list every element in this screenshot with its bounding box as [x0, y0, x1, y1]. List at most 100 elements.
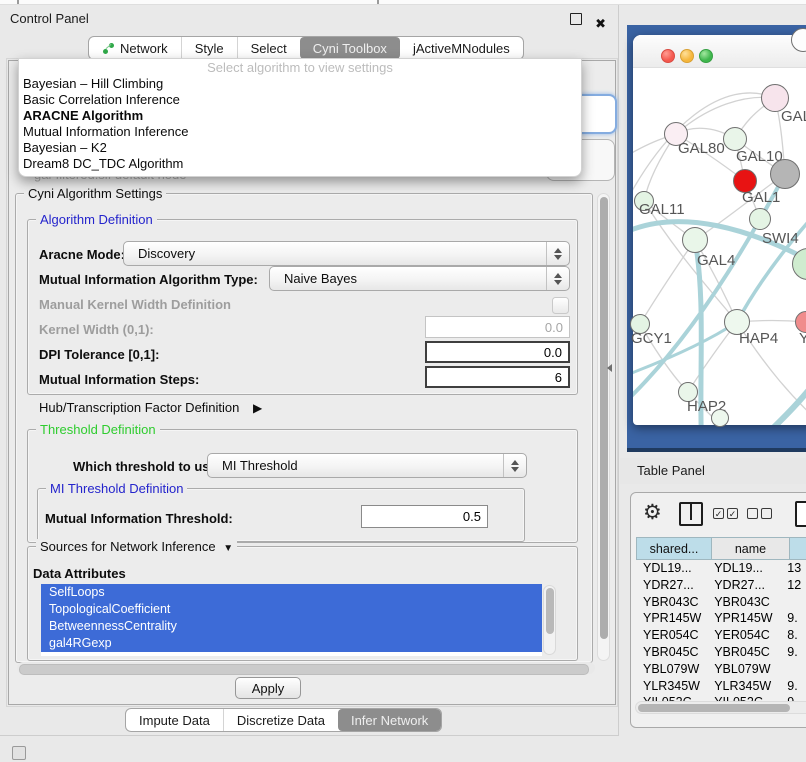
dpi-tolerance-input[interactable]: [425, 341, 570, 363]
option-dream8-dc-tdc-algorithm[interactable]: Dream8 DC_TDC Algorithm: [19, 156, 581, 172]
minimize-traffic-light[interactable]: [680, 49, 694, 63]
table-row[interactable]: YBR043CYBR043C: [636, 594, 806, 611]
data-attributes-list[interactable]: SelfLoopsTopologicalCoefficientBetweenne…: [41, 584, 542, 656]
panel-title: Control Panel: [10, 11, 89, 26]
control-panel-titlebar: Control Panel ✖: [0, 5, 618, 32]
table-row[interactable]: YDR27...YDR27...12: [636, 577, 806, 594]
scrollbar-thumb[interactable]: [600, 197, 608, 639]
gear-icon[interactable]: ⚙: [643, 499, 662, 527]
tab-impute-data[interactable]: Impute Data: [126, 709, 223, 731]
kernel-width-label: Kernel Width (0,1):: [39, 322, 154, 337]
tab-network[interactable]: Network: [89, 37, 181, 59]
node-label-gal80: GAL80: [678, 140, 725, 157]
tab-cyni-toolbox[interactable]: Cyni Toolbox: [300, 37, 400, 59]
table-cell: YBR043C: [707, 594, 780, 611]
node-label-gal11: GAL11: [639, 201, 685, 218]
which-threshold-select[interactable]: MI Threshold: [207, 453, 527, 478]
table-cell: [780, 661, 806, 678]
tab-select[interactable]: Select: [237, 37, 300, 59]
aracne-mode-select[interactable]: Discovery: [123, 241, 570, 266]
table-cell: YER054C: [636, 627, 707, 644]
table-column-headers: shared...name: [636, 537, 806, 560]
node-gal4[interactable]: [682, 227, 708, 253]
empty-box-icon: [761, 508, 772, 519]
network-window-titlebar[interactable]: [633, 35, 806, 68]
option-mutual-information-inference[interactable]: Mutual Information Inference: [19, 124, 581, 140]
mi-type-label: Mutual Information Algorithm Type:: [39, 272, 258, 287]
zoom-traffic-light[interactable]: [699, 49, 713, 63]
column-header-shared[interactable]: shared...: [636, 537, 712, 560]
group-title: Algorithm Definition: [36, 212, 157, 227]
deselect-all-icon[interactable]: [747, 508, 772, 519]
option-bayesian-k2[interactable]: Bayesian – K2: [19, 140, 581, 156]
column-header-item[interactable]: [790, 537, 806, 560]
table-cell: YLR345W: [707, 678, 780, 695]
node-unlabeled[interactable]: [770, 159, 800, 189]
manual-kernel-checkbox[interactable]: [552, 297, 569, 314]
list-item-gal4rgexp[interactable]: gal4RGexp: [41, 635, 542, 652]
table-row[interactable]: YBL079WYBL079W: [636, 661, 806, 678]
settings-horizontal-scrollbar[interactable]: [17, 662, 595, 674]
kernel-width-input[interactable]: [425, 316, 570, 338]
table-horizontal-scrollbar[interactable]: [635, 701, 806, 714]
tab-discretize-data[interactable]: Discretize Data: [223, 709, 338, 731]
select-all-icon[interactable]: ✓✓: [713, 508, 738, 519]
minimized-panel-icon[interactable]: [12, 746, 26, 760]
table-cell: 9.: [780, 678, 806, 695]
attributes-scrollbar[interactable]: [543, 585, 556, 655]
list-item-selfloops[interactable]: SelfLoops: [41, 584, 542, 601]
scrollbar-thumb[interactable]: [546, 588, 554, 634]
node-swi4[interactable]: [749, 208, 771, 230]
option-basic-correlation-inference[interactable]: Basic Correlation Inference: [19, 92, 581, 108]
control-panel: Control Panel ✖ NetworkStyleSelectCyni T…: [0, 5, 619, 736]
checked-box-icon: ✓: [713, 508, 724, 519]
tab-label: Infer Network: [351, 713, 428, 728]
mi-steps-input[interactable]: [425, 366, 570, 388]
table-icon[interactable]: [795, 501, 806, 527]
scrollbar-thumb[interactable]: [638, 704, 790, 712]
table-panel: ⚙ ✓✓ shared...name YDL19...YDL19...13YDR…: [630, 492, 806, 728]
table-row[interactable]: YER054CYER054C8.: [636, 627, 806, 644]
float-panel-icon[interactable]: [570, 13, 582, 25]
node-label-gcy1: GCY1: [631, 330, 672, 347]
manual-kernel-label: Manual Kernel Width Definition: [39, 297, 231, 312]
expand-right-icon: ▶: [253, 401, 262, 415]
scrollbar-thumb[interactable]: [19, 664, 589, 675]
dropdown-placeholder: Select algorithm to view settings: [19, 59, 581, 76]
table-row[interactable]: YBR045CYBR045C9.: [636, 644, 806, 661]
sources-title: Sources for Network Inference: [40, 539, 216, 554]
node-unlabeled[interactable]: [711, 409, 729, 427]
table-cell: YPR145W: [636, 610, 707, 627]
algorithm-dropdown[interactable]: Select algorithm to view settings Bayesi…: [18, 58, 582, 177]
close-traffic-light[interactable]: [661, 49, 675, 63]
table-row[interactable]: YDL19...YDL19...13: [636, 560, 806, 577]
tab-jactivemnodules[interactable]: jActiveMNodules: [400, 37, 523, 59]
tab-label: Discretize Data: [237, 713, 325, 728]
settings-vertical-scrollbar[interactable]: [597, 193, 610, 661]
mi-threshold-input[interactable]: [361, 505, 488, 528]
list-item-topologicalcoefficient[interactable]: TopologicalCoefficient: [41, 601, 542, 618]
table-row[interactable]: YLR345WYLR345W9.: [636, 678, 806, 695]
option-bayesian-hill-climbing[interactable]: Bayesian – Hill Climbing: [19, 76, 581, 92]
option-aracne-algorithm[interactable]: ARACNE Algorithm: [19, 108, 581, 124]
node-label-gal4: GAL4: [697, 252, 735, 269]
mi-type-select[interactable]: Naive Bayes: [269, 266, 570, 291]
tab-style[interactable]: Style: [181, 37, 237, 59]
apply-button[interactable]: Apply: [235, 677, 301, 699]
panel-divider-arrow-icon[interactable]: [607, 364, 612, 372]
list-item-betweennesscentrality[interactable]: BetweennessCentrality: [41, 618, 542, 635]
hub-definition-expander[interactable]: Hub/Transcription Factor Definition ▶: [39, 400, 262, 415]
collapse-down-icon[interactable]: ▼: [223, 543, 233, 554]
close-icon[interactable]: ✖: [595, 10, 606, 37]
table-cell: YDR27...: [636, 577, 707, 594]
column-header-name[interactable]: name: [712, 537, 790, 560]
mi-threshold-label: Mutual Information Threshold:: [45, 511, 233, 526]
table-row[interactable]: YPR145WYPR145W9.: [636, 610, 806, 627]
network-canvas[interactable]: GAL2GAL80GAL10GAL1SWI4GAL11GAL4GCY1HAP4Y…: [633, 68, 806, 425]
table-cell: [780, 594, 806, 611]
table-cell: YDR27...: [707, 577, 780, 594]
network-view-window[interactable]: GAL2GAL80GAL10GAL1SWI4GAL11GAL4GCY1HAP4Y…: [633, 35, 806, 425]
split-pane-icon[interactable]: [679, 502, 703, 526]
tab-infer-network[interactable]: Infer Network: [338, 709, 441, 731]
node-label-y: Y: [799, 330, 806, 347]
